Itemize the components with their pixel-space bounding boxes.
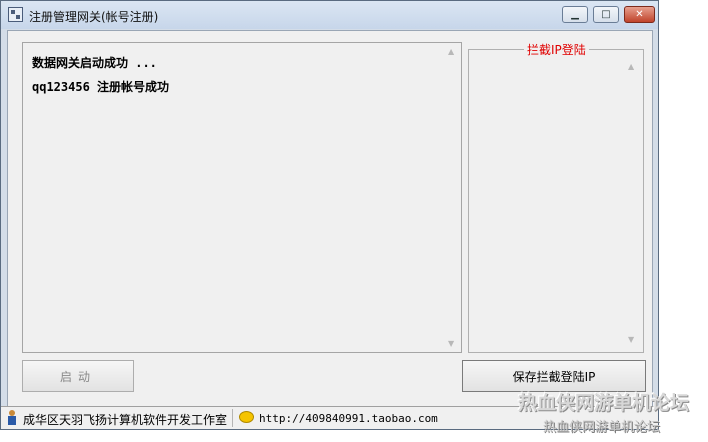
blocked-ip-list[interactable]: ▲ ▼ [624, 58, 641, 348]
scroll-down-arrow-icon[interactable]: ▼ [448, 339, 454, 348]
app-icon[interactable] [8, 7, 23, 22]
start-button[interactable]: 启动 [22, 360, 134, 392]
window-title: 注册管理网关(帐号注册) [29, 10, 159, 24]
blocked-ip-legend: 拦截IP登陆 [524, 41, 589, 58]
person-icon [7, 410, 17, 425]
client-area: 数据网关启动成功 ... qq123456 注册帐号成功 ▲ ▼ 拦截IP登陆 … [7, 30, 653, 426]
watermark-text: 热血侠网游单机论坛 [518, 392, 690, 414]
log-line: qq123456 注册帐号成功 [32, 80, 170, 94]
url-link[interactable]: http://409840991.taobao.com [259, 412, 438, 425]
maximize-button[interactable]: □ [593, 6, 619, 23]
chat-bubble-icon [239, 411, 254, 423]
log-line: 数据网关启动成功 ... [32, 56, 157, 70]
log-textarea[interactable]: 数据网关启动成功 ... qq123456 注册帐号成功 ▲ ▼ [22, 42, 462, 353]
scroll-up-arrow-icon[interactable]: ▲ [448, 47, 454, 56]
close-button[interactable]: ✕ [624, 6, 655, 23]
author-text: 成华区天羽飞扬计算机软件开发工作室 [23, 413, 228, 427]
scroll-down-arrow-icon[interactable]: ▼ [628, 335, 634, 344]
title-bar[interactable]: 注册管理网关(帐号注册) ▁ □ ✕ [1, 1, 658, 29]
watermark-subtext: 热血侠网游单机论坛 [543, 420, 661, 435]
main-window: 注册管理网关(帐号注册) ▁ □ ✕ 数据网关启动成功 ... qq123456… [0, 0, 659, 430]
status-pane-author: 成华区天羽飞扬计算机软件开发工作室 [3, 409, 233, 427]
log-scrollbar[interactable]: ▲ ▼ [444, 43, 461, 352]
blocked-ip-groupbox: 拦截IP登陆 ▲ ▼ [468, 41, 644, 353]
scroll-up-arrow-icon[interactable]: ▲ [628, 62, 634, 71]
minimize-button[interactable]: ▁ [562, 6, 588, 23]
